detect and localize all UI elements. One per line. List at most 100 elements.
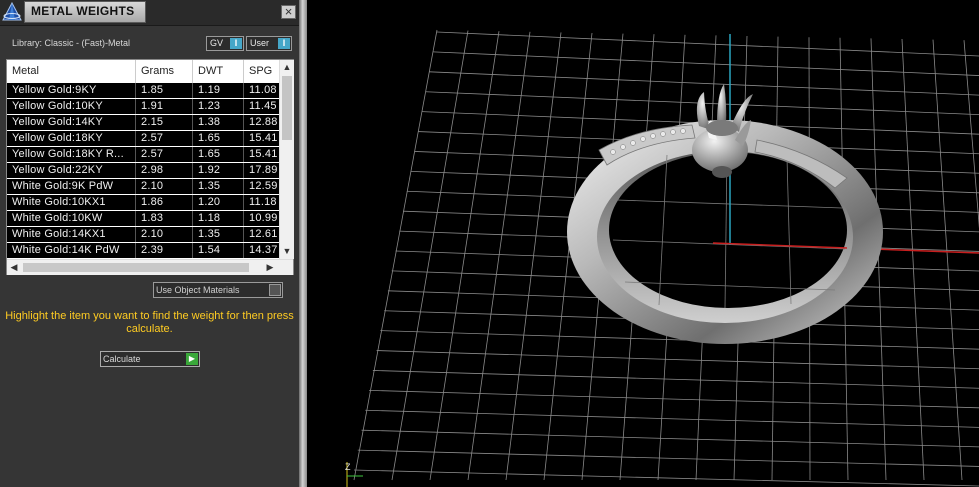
table-row[interactable]: Yellow Gold:22KY 2.98 1.92 17.89 <box>7 163 279 178</box>
calculate-button[interactable]: Calculate ▶ <box>100 351 200 367</box>
table-row[interactable]: Yellow Gold:18KY R... 2.57 1.65 15.41 <box>7 147 279 162</box>
cell-spg: 11.18 <box>249 196 277 208</box>
user-toggle[interactable]: User I <box>246 36 292 51</box>
panel-title: METAL WEIGHTS <box>31 4 135 18</box>
table-row[interactable]: White Gold:14K PdW 2.39 1.54 14.37 <box>7 243 279 258</box>
viewport-canvas[interactable]: Z <box>307 0 979 487</box>
grid-line <box>369 389 979 409</box>
table-row[interactable]: White Gold:10KX1 1.86 1.20 11.18 <box>7 195 279 210</box>
horizontal-scroll-thumb[interactable] <box>23 263 249 272</box>
checkbox-icon[interactable] <box>269 284 281 296</box>
grid-line <box>433 51 979 76</box>
table-row[interactable]: Yellow Gold:10KY 1.91 1.23 11.45 <box>7 99 279 114</box>
grid-line <box>372 370 979 389</box>
grid-line <box>932 39 963 481</box>
table-row[interactable]: White Gold:14KX1 2.10 1.35 12.61 <box>7 227 279 242</box>
cell-grams: 2.39 <box>136 243 193 258</box>
cell-dwt: 1.19 <box>193 83 244 98</box>
cell-spg: 11.45 <box>249 100 277 112</box>
cell-spg: 14.37 <box>249 244 278 256</box>
cell-grams: 2.57 <box>136 131 193 146</box>
table-row[interactable]: White Gold:10KW 1.83 1.18 10.99 <box>7 211 279 226</box>
cell-grams: 2.10 <box>136 179 193 194</box>
cell-spg: 15.41 <box>249 132 278 144</box>
grid-line <box>429 71 979 96</box>
grid-line <box>436 31 979 57</box>
grid-line <box>376 350 979 370</box>
cell-metal: Yellow Gold:9KY <box>7 83 136 98</box>
metal-table: Metal Grams DWT SPG Yellow Gold:9KY 1.85 1… <box>6 59 294 275</box>
column-header-grams[interactable]: Grams <box>136 60 193 83</box>
grid-line <box>963 40 979 229</box>
cell-grams: 2.10 <box>136 227 193 242</box>
cell-spg: 17.89 <box>249 164 278 176</box>
table-body: Yellow Gold:9KY 1.85 1.19 11.08 Yellow Gold:… <box>7 83 279 259</box>
cell-dwt: 1.38 <box>193 115 244 130</box>
cell-metal: White Gold:14KX1 <box>7 227 136 242</box>
cell-metal: White Gold:10KW <box>7 211 136 226</box>
cell-dwt: 1.65 <box>193 147 244 162</box>
cell-spg: 10.99 <box>249 212 278 224</box>
vertical-scroll-thumb[interactable] <box>282 76 292 140</box>
gv-toggle[interactable]: GV I <box>206 36 244 51</box>
calculate-label: Calculate <box>103 354 141 364</box>
cell-grams: 2.98 <box>136 163 193 178</box>
cell-metal: Yellow Gold:18KY R... <box>7 147 136 162</box>
column-header-dwt[interactable]: DWT <box>193 60 244 83</box>
table-row[interactable]: White Gold:9K PdW 2.10 1.35 12.59 <box>7 179 279 194</box>
3d-viewport[interactable]: Z <box>307 0 979 487</box>
chevron-down-icon[interactable]: ▼ <box>280 246 294 256</box>
use-object-materials-label: Use Object Materials <box>156 285 240 295</box>
chevron-up-icon[interactable]: ▲ <box>280 62 294 72</box>
cell-spg: 12.88 <box>249 116 278 128</box>
use-object-materials-checkbox[interactable]: Use Object Materials <box>153 282 283 298</box>
close-icon: × <box>284 4 293 19</box>
play-arrow-icon[interactable]: ▶ <box>186 353 198 365</box>
cell-metal: Yellow Gold:18KY <box>7 131 136 146</box>
cell-grams: 1.86 <box>136 195 193 210</box>
cell-dwt: 1.92 <box>193 163 244 178</box>
cell-dwt: 1.23 <box>193 99 244 114</box>
grid-line <box>365 409 979 428</box>
cell-spg: 11.08 <box>249 84 277 96</box>
horizontal-scrollbar[interactable]: ◀ ▶ <box>7 259 293 275</box>
panel-splitter[interactable] <box>299 0 307 487</box>
instruction-text: Highlight the item you want to find the … <box>5 310 294 335</box>
grid-line <box>353 469 979 487</box>
cell-metal: White Gold:14K PdW <box>7 243 136 258</box>
grid-line <box>901 38 925 481</box>
cell-spg: 12.61 <box>249 228 278 240</box>
gv-toggle-switch[interactable]: I <box>230 38 242 49</box>
close-button[interactable]: × <box>281 5 296 19</box>
cell-metal: White Gold:10KX1 <box>7 195 136 210</box>
panel-title-tab[interactable]: METAL WEIGHTS <box>24 1 146 23</box>
cell-spg: 15.41 <box>249 148 278 160</box>
cell-grams: 2.15 <box>136 115 193 130</box>
pyramid-logo-icon <box>2 1 22 21</box>
cell-grams: 2.57 <box>136 147 193 162</box>
cell-dwt: 1.18 <box>193 211 244 226</box>
grid-line <box>353 29 438 481</box>
cell-metal: White Gold:9K PdW <box>7 179 136 194</box>
table-row[interactable]: Yellow Gold:18KY 2.57 1.65 15.41 <box>7 131 279 146</box>
axis-gizmo: Z <box>345 462 363 487</box>
cell-dwt: 1.35 <box>193 227 244 242</box>
user-toggle-switch[interactable]: I <box>278 38 290 49</box>
column-header-spg[interactable]: SPG <box>244 60 279 83</box>
user-toggle-label: User <box>250 38 270 48</box>
cell-dwt: 1.20 <box>193 195 244 210</box>
axis-gizmo-label: Z <box>345 462 351 472</box>
table-row[interactable]: Yellow Gold:14KY 2.15 1.38 12.88 <box>7 115 279 130</box>
cell-metal: Yellow Gold:14KY <box>7 115 136 130</box>
chevron-right-icon[interactable]: ▶ <box>263 262 277 273</box>
table-header: Metal Grams DWT SPG <box>7 60 279 83</box>
panel-titlebar: METAL WEIGHTS × <box>0 0 299 26</box>
cell-grams: 1.83 <box>136 211 193 226</box>
column-header-metal[interactable]: Metal <box>7 60 136 83</box>
vertical-scrollbar[interactable]: ▲ ▼ <box>279 60 294 259</box>
chevron-left-icon[interactable]: ◀ <box>7 262 21 273</box>
grid-line <box>467 31 531 481</box>
cell-metal: Yellow Gold:22KY <box>7 163 136 178</box>
library-label: Library: Classic - (Fast)-Metal <box>12 38 131 48</box>
table-row[interactable]: Yellow Gold:9KY 1.85 1.19 11.08 <box>7 83 279 98</box>
